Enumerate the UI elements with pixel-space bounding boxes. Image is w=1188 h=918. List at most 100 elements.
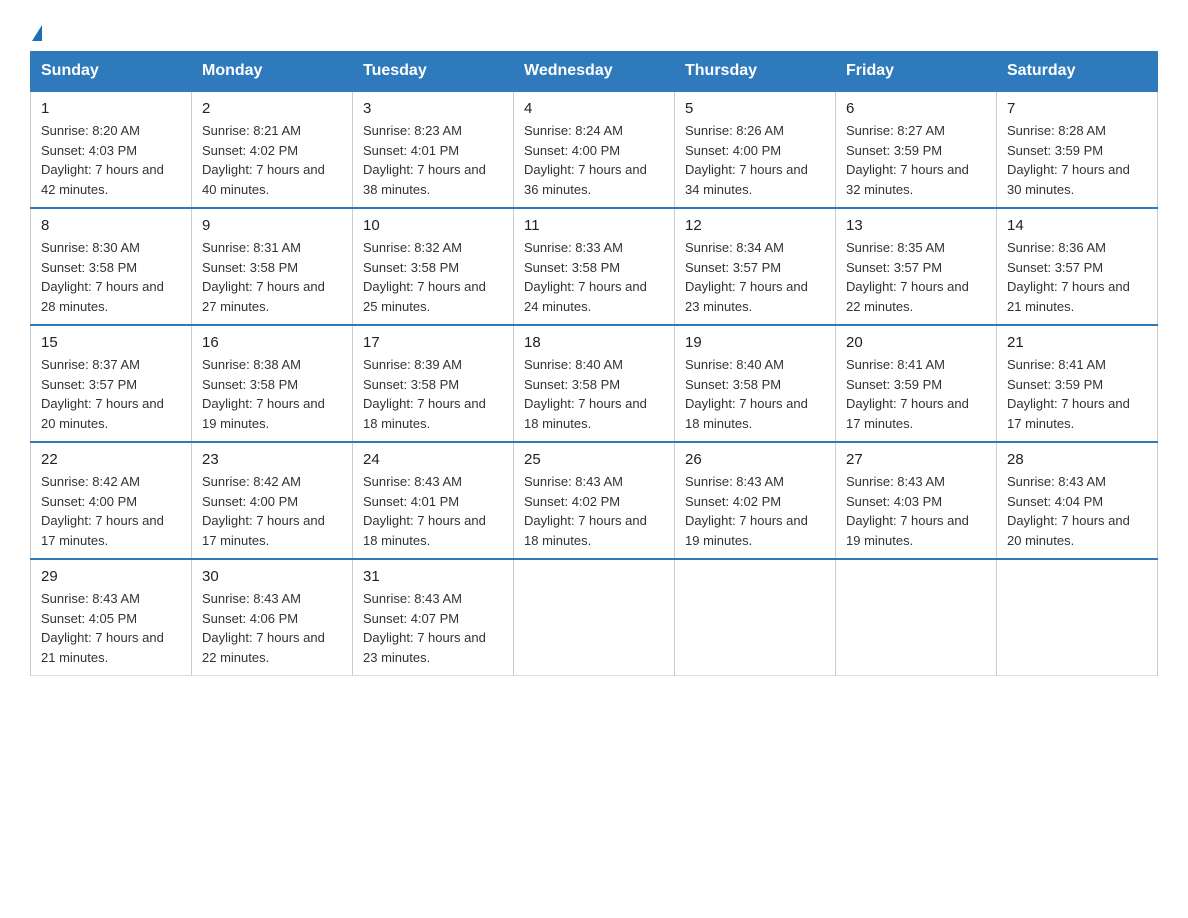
day-number: 26 [685,451,825,468]
calendar-cell: 11 Sunrise: 8:33 AM Sunset: 3:58 PM Dayl… [514,208,675,325]
day-number: 3 [363,100,503,117]
day-info: Sunrise: 8:30 AM Sunset: 3:58 PM Dayligh… [41,238,181,316]
day-number: 1 [41,100,181,117]
calendar-cell: 21 Sunrise: 8:41 AM Sunset: 3:59 PM Dayl… [997,325,1158,442]
day-info: Sunrise: 8:21 AM Sunset: 4:02 PM Dayligh… [202,121,342,199]
calendar-cell: 18 Sunrise: 8:40 AM Sunset: 3:58 PM Dayl… [514,325,675,442]
day-info: Sunrise: 8:43 AM Sunset: 4:05 PM Dayligh… [41,589,181,667]
day-number: 14 [1007,217,1147,234]
calendar-header-wednesday: Wednesday [514,52,675,92]
day-info: Sunrise: 8:43 AM Sunset: 4:06 PM Dayligh… [202,589,342,667]
day-info: Sunrise: 8:26 AM Sunset: 4:00 PM Dayligh… [685,121,825,199]
logo-triangle-icon [32,25,42,41]
day-number: 27 [846,451,986,468]
day-number: 4 [524,100,664,117]
calendar-cell: 2 Sunrise: 8:21 AM Sunset: 4:02 PM Dayli… [192,91,353,208]
day-number: 2 [202,100,342,117]
calendar-header-thursday: Thursday [675,52,836,92]
calendar-cell: 26 Sunrise: 8:43 AM Sunset: 4:02 PM Dayl… [675,442,836,559]
calendar-cell: 24 Sunrise: 8:43 AM Sunset: 4:01 PM Dayl… [353,442,514,559]
day-info: Sunrise: 8:23 AM Sunset: 4:01 PM Dayligh… [363,121,503,199]
calendar-week-4: 22 Sunrise: 8:42 AM Sunset: 4:00 PM Dayl… [31,442,1158,559]
day-info: Sunrise: 8:27 AM Sunset: 3:59 PM Dayligh… [846,121,986,199]
calendar-header-tuesday: Tuesday [353,52,514,92]
day-number: 15 [41,334,181,351]
calendar-cell: 31 Sunrise: 8:43 AM Sunset: 4:07 PM Dayl… [353,559,514,676]
calendar-cell: 13 Sunrise: 8:35 AM Sunset: 3:57 PM Dayl… [836,208,997,325]
calendar-header-row: SundayMondayTuesdayWednesdayThursdayFrid… [31,52,1158,92]
calendar-cell: 9 Sunrise: 8:31 AM Sunset: 3:58 PM Dayli… [192,208,353,325]
page-header [30,20,1158,41]
calendar-cell: 16 Sunrise: 8:38 AM Sunset: 3:58 PM Dayl… [192,325,353,442]
day-info: Sunrise: 8:40 AM Sunset: 3:58 PM Dayligh… [524,355,664,433]
calendar-cell: 3 Sunrise: 8:23 AM Sunset: 4:01 PM Dayli… [353,91,514,208]
day-info: Sunrise: 8:28 AM Sunset: 3:59 PM Dayligh… [1007,121,1147,199]
calendar-cell: 29 Sunrise: 8:43 AM Sunset: 4:05 PM Dayl… [31,559,192,676]
calendar-header-monday: Monday [192,52,353,92]
day-number: 10 [363,217,503,234]
day-info: Sunrise: 8:43 AM Sunset: 4:07 PM Dayligh… [363,589,503,667]
calendar-cell: 7 Sunrise: 8:28 AM Sunset: 3:59 PM Dayli… [997,91,1158,208]
calendar-cell: 10 Sunrise: 8:32 AM Sunset: 3:58 PM Dayl… [353,208,514,325]
calendar-cell: 19 Sunrise: 8:40 AM Sunset: 3:58 PM Dayl… [675,325,836,442]
day-number: 19 [685,334,825,351]
day-info: Sunrise: 8:34 AM Sunset: 3:57 PM Dayligh… [685,238,825,316]
day-number: 29 [41,568,181,585]
calendar-cell: 5 Sunrise: 8:26 AM Sunset: 4:00 PM Dayli… [675,91,836,208]
calendar-header-friday: Friday [836,52,997,92]
day-number: 22 [41,451,181,468]
calendar-cell: 1 Sunrise: 8:20 AM Sunset: 4:03 PM Dayli… [31,91,192,208]
day-number: 6 [846,100,986,117]
calendar-cell: 15 Sunrise: 8:37 AM Sunset: 3:57 PM Dayl… [31,325,192,442]
calendar-cell [836,559,997,676]
day-info: Sunrise: 8:39 AM Sunset: 3:58 PM Dayligh… [363,355,503,433]
day-number: 12 [685,217,825,234]
calendar-cell: 22 Sunrise: 8:42 AM Sunset: 4:00 PM Dayl… [31,442,192,559]
day-info: Sunrise: 8:42 AM Sunset: 4:00 PM Dayligh… [202,472,342,550]
day-number: 25 [524,451,664,468]
calendar-cell: 12 Sunrise: 8:34 AM Sunset: 3:57 PM Dayl… [675,208,836,325]
day-info: Sunrise: 8:43 AM Sunset: 4:02 PM Dayligh… [524,472,664,550]
calendar-week-3: 15 Sunrise: 8:37 AM Sunset: 3:57 PM Dayl… [31,325,1158,442]
day-number: 17 [363,334,503,351]
day-info: Sunrise: 8:43 AM Sunset: 4:02 PM Dayligh… [685,472,825,550]
logo [30,20,42,41]
day-info: Sunrise: 8:38 AM Sunset: 3:58 PM Dayligh… [202,355,342,433]
calendar-cell: 30 Sunrise: 8:43 AM Sunset: 4:06 PM Dayl… [192,559,353,676]
calendar-week-2: 8 Sunrise: 8:30 AM Sunset: 3:58 PM Dayli… [31,208,1158,325]
day-number: 23 [202,451,342,468]
calendar-header-saturday: Saturday [997,52,1158,92]
calendar-cell: 28 Sunrise: 8:43 AM Sunset: 4:04 PM Dayl… [997,442,1158,559]
calendar-cell: 8 Sunrise: 8:30 AM Sunset: 3:58 PM Dayli… [31,208,192,325]
calendar-cell [514,559,675,676]
day-number: 28 [1007,451,1147,468]
day-info: Sunrise: 8:37 AM Sunset: 3:57 PM Dayligh… [41,355,181,433]
day-info: Sunrise: 8:31 AM Sunset: 3:58 PM Dayligh… [202,238,342,316]
calendar-week-5: 29 Sunrise: 8:43 AM Sunset: 4:05 PM Dayl… [31,559,1158,676]
calendar-cell: 20 Sunrise: 8:41 AM Sunset: 3:59 PM Dayl… [836,325,997,442]
day-number: 21 [1007,334,1147,351]
day-number: 9 [202,217,342,234]
calendar-cell: 4 Sunrise: 8:24 AM Sunset: 4:00 PM Dayli… [514,91,675,208]
calendar-table: SundayMondayTuesdayWednesdayThursdayFrid… [30,51,1158,676]
day-info: Sunrise: 8:43 AM Sunset: 4:01 PM Dayligh… [363,472,503,550]
calendar-cell: 25 Sunrise: 8:43 AM Sunset: 4:02 PM Dayl… [514,442,675,559]
calendar-cell: 23 Sunrise: 8:42 AM Sunset: 4:00 PM Dayl… [192,442,353,559]
day-number: 24 [363,451,503,468]
day-info: Sunrise: 8:24 AM Sunset: 4:00 PM Dayligh… [524,121,664,199]
day-info: Sunrise: 8:43 AM Sunset: 4:04 PM Dayligh… [1007,472,1147,550]
day-number: 30 [202,568,342,585]
calendar-cell: 6 Sunrise: 8:27 AM Sunset: 3:59 PM Dayli… [836,91,997,208]
day-number: 5 [685,100,825,117]
day-info: Sunrise: 8:36 AM Sunset: 3:57 PM Dayligh… [1007,238,1147,316]
day-number: 18 [524,334,664,351]
day-number: 16 [202,334,342,351]
day-number: 31 [363,568,503,585]
day-info: Sunrise: 8:20 AM Sunset: 4:03 PM Dayligh… [41,121,181,199]
day-info: Sunrise: 8:41 AM Sunset: 3:59 PM Dayligh… [1007,355,1147,433]
day-number: 13 [846,217,986,234]
day-info: Sunrise: 8:32 AM Sunset: 3:58 PM Dayligh… [363,238,503,316]
calendar-cell [997,559,1158,676]
day-number: 8 [41,217,181,234]
day-number: 7 [1007,100,1147,117]
